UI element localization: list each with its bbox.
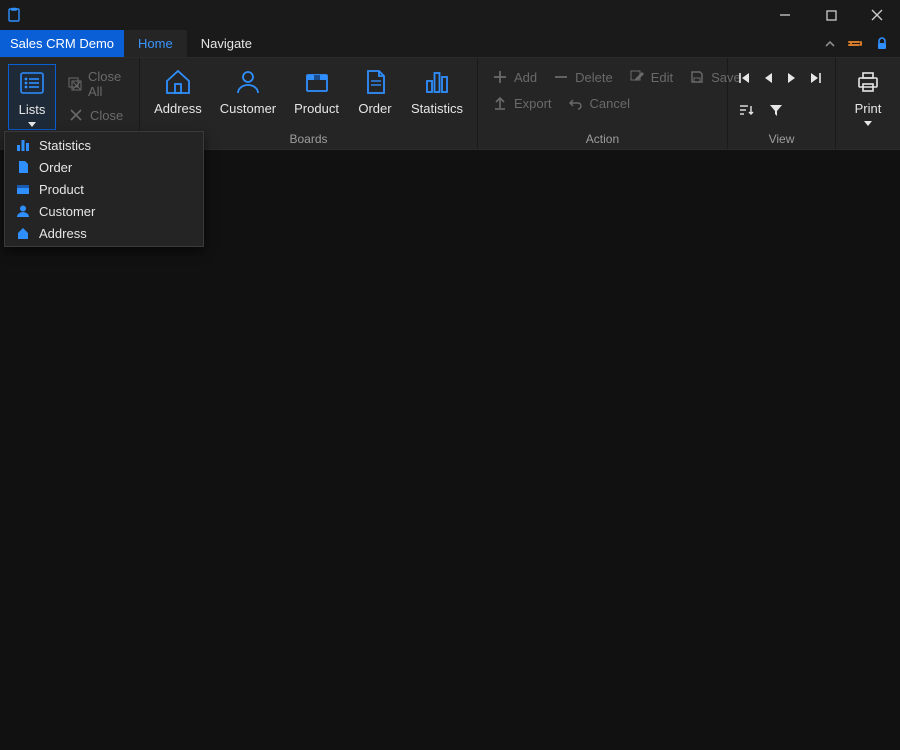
lock-icon[interactable] — [874, 36, 890, 52]
file-icon — [15, 159, 31, 175]
product-button[interactable]: Product — [288, 64, 345, 118]
dropdown-item-label: Address — [39, 226, 87, 241]
edit-label: Edit — [651, 70, 673, 85]
close-all-label: Close All — [88, 69, 125, 99]
dropdown-item-label: Product — [39, 182, 84, 197]
lists-label: Lists — [19, 102, 46, 117]
group-print: Print — [836, 58, 900, 149]
app-title[interactable]: Sales CRM Demo — [0, 30, 124, 57]
close-window-button[interactable] — [854, 0, 900, 30]
box-icon — [15, 181, 31, 197]
dropdown-item-customer[interactable]: Customer — [5, 200, 203, 222]
lists-button[interactable]: Lists — [8, 64, 56, 130]
person-icon — [15, 203, 31, 219]
clipboard-icon — [6, 7, 22, 23]
customer-label: Customer — [220, 101, 276, 116]
layers-icon[interactable] — [848, 36, 864, 52]
cancel-button[interactable]: Cancel — [562, 92, 636, 114]
minus-icon — [553, 69, 569, 85]
address-label: Address — [154, 101, 202, 116]
order-label: Order — [358, 101, 391, 116]
nav-last-icon[interactable] — [808, 70, 824, 86]
chevron-down-icon — [864, 121, 872, 126]
tab-bar: Sales CRM Demo Home Navigate — [0, 30, 900, 58]
home-icon — [15, 225, 31, 241]
box-icon — [301, 66, 333, 98]
file-icon — [359, 66, 391, 98]
maximize-button[interactable] — [808, 0, 854, 30]
dropdown-item-order[interactable]: Order — [5, 156, 203, 178]
close-all-button[interactable]: Close All — [62, 66, 131, 102]
titlebar — [0, 0, 900, 30]
print-button[interactable]: Print — [844, 64, 892, 128]
close-label: Close — [90, 108, 123, 123]
add-button[interactable]: Add — [486, 66, 543, 88]
save-icon — [689, 69, 705, 85]
nav-next-icon[interactable] — [784, 70, 800, 86]
statistics-button[interactable]: Statistics — [405, 64, 469, 118]
product-label: Product — [294, 101, 339, 116]
chart-bar-icon — [15, 137, 31, 153]
export-label: Export — [514, 96, 552, 111]
person-icon — [232, 66, 264, 98]
nav-first-icon[interactable] — [736, 70, 752, 86]
customer-button[interactable]: Customer — [214, 64, 282, 118]
chart-bar-icon — [421, 66, 453, 98]
close-icon — [68, 107, 84, 123]
tab-navigate[interactable]: Navigate — [187, 30, 266, 57]
chevron-down-icon — [28, 122, 36, 127]
minimize-button[interactable] — [762, 0, 808, 30]
filter-icon[interactable] — [768, 102, 784, 118]
nav-prev-icon[interactable] — [760, 70, 776, 86]
home-icon — [162, 66, 194, 98]
lists-dropdown: Statistics Order Product Customer Addres… — [4, 131, 204, 247]
statistics-label: Statistics — [411, 101, 463, 116]
group-view: View — [728, 58, 836, 149]
dropdown-item-product[interactable]: Product — [5, 178, 203, 200]
collapse-ribbon-icon[interactable] — [822, 36, 838, 52]
print-label: Print — [855, 101, 882, 116]
group-action-label: Action — [478, 132, 727, 149]
delete-button[interactable]: Delete — [547, 66, 619, 88]
delete-label: Delete — [575, 70, 613, 85]
export-button[interactable]: Export — [486, 92, 558, 114]
order-button[interactable]: Order — [351, 64, 399, 118]
add-label: Add — [514, 70, 537, 85]
plus-icon — [492, 69, 508, 85]
export-icon — [492, 95, 508, 111]
cancel-label: Cancel — [590, 96, 630, 111]
group-action: Add Delete Edit Save Export — [478, 58, 728, 149]
dropdown-item-label: Statistics — [39, 138, 91, 153]
close-button[interactable]: Close — [62, 104, 131, 126]
dropdown-item-address[interactable]: Address — [5, 222, 203, 244]
dropdown-item-label: Order — [39, 160, 72, 175]
address-button[interactable]: Address — [148, 64, 208, 118]
group-view-label: View — [728, 132, 835, 149]
undo-icon — [568, 95, 584, 111]
dropdown-item-label: Customer — [39, 204, 95, 219]
dropdown-item-statistics[interactable]: Statistics — [5, 134, 203, 156]
pencil-icon — [629, 69, 645, 85]
close-all-icon — [68, 76, 82, 92]
group-print-label — [836, 132, 900, 149]
edit-button[interactable]: Edit — [623, 66, 679, 88]
sort-icon[interactable] — [738, 102, 754, 118]
tab-home[interactable]: Home — [124, 30, 187, 57]
list-icon — [16, 67, 48, 99]
printer-icon — [852, 66, 884, 98]
